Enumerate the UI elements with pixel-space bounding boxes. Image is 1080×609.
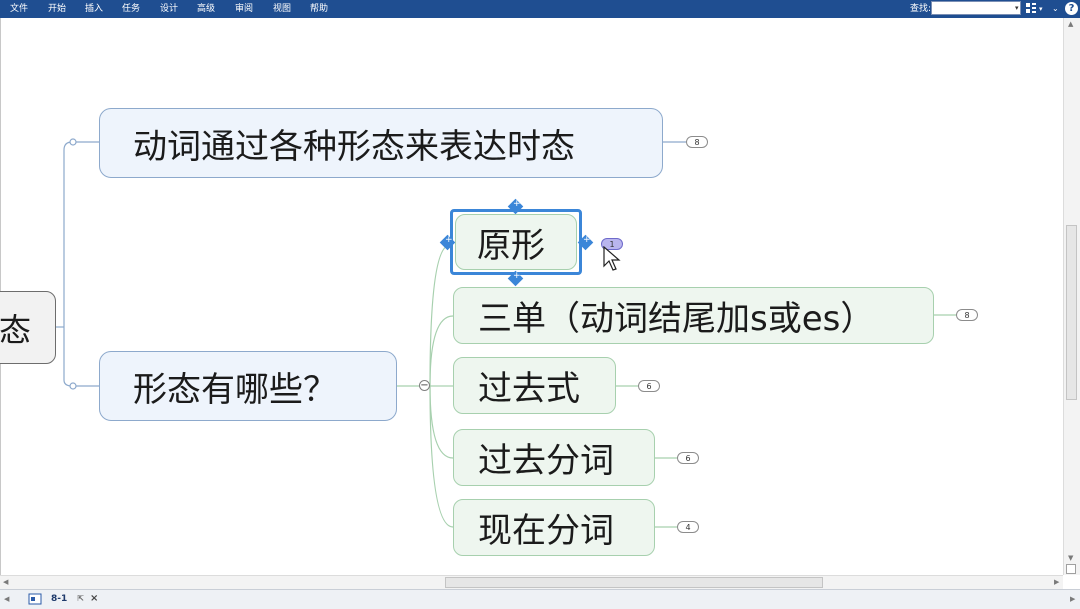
scroll-right-icon[interactable]: ▶	[1054, 578, 1059, 586]
topic-count-badge[interactable]: 8	[686, 136, 708, 148]
subtopic-label: 原形	[477, 225, 545, 266]
tab-close-icon[interactable]: ×	[90, 593, 98, 604]
status-bar	[0, 589, 1080, 609]
central-topic[interactable]: 态	[0, 291, 56, 364]
horizontal-scroll-thumb[interactable]	[445, 577, 823, 588]
mouse-cursor-icon	[603, 246, 621, 271]
scroll-down-icon[interactable]: ▼	[1068, 554, 1073, 562]
document-tab-label: 8-1	[51, 593, 68, 604]
subtopic-past-participle[interactable]: 过去分词	[453, 429, 655, 486]
subtopic-label: 三单（动词结尾加s或es）	[478, 299, 875, 339]
main-topic-label: 形态有哪些？	[133, 369, 337, 410]
scroll-up-icon[interactable]: ▲	[1068, 20, 1073, 28]
subtopic-label: 过去式	[478, 369, 580, 409]
main-topic-forms-question[interactable]: 形态有哪些？	[99, 351, 397, 421]
subtopic-third-person-singular[interactable]: 三单（动词结尾加s或es）	[453, 287, 934, 344]
document-icon	[28, 593, 42, 604]
help-icon[interactable]: ?	[1065, 2, 1078, 15]
scroll-left-icon[interactable]: ◀	[3, 578, 8, 586]
topic-count-badge[interactable]: 6	[677, 452, 699, 464]
topic-count-badge[interactable]: 4	[677, 521, 699, 533]
subtopic-label: 现在分词	[478, 511, 614, 551]
subtopic-present-participle[interactable]: 现在分词	[453, 499, 655, 556]
central-topic-label: 态	[0, 310, 31, 349]
collapse-button[interactable]: −	[419, 380, 430, 391]
subtopic-label: 过去分词	[478, 441, 614, 481]
main-topic-verb-forms[interactable]: 动词通过各种形态来表达时态	[99, 108, 663, 178]
topic-count-badge[interactable]: 6	[638, 380, 660, 392]
zoom-fit-icon[interactable]	[1066, 564, 1076, 574]
tab-pin-icon[interactable]: ⇱	[77, 594, 84, 603]
subtopic-past-tense[interactable]: 过去式	[453, 357, 616, 414]
main-topic-label: 动词通过各种形态来表达时态	[133, 126, 575, 167]
tab-scroll-right-icon[interactable]: ▶	[1070, 595, 1075, 603]
subtopic-base-form[interactable]: 原形	[455, 214, 577, 270]
topic-count-badge[interactable]: 8	[956, 309, 978, 321]
document-tab[interactable]: 8-1 ⇱ ×	[28, 590, 98, 607]
tab-scroll-left-icon[interactable]: ◀	[4, 595, 9, 603]
vertical-scroll-thumb[interactable]	[1066, 225, 1077, 400]
